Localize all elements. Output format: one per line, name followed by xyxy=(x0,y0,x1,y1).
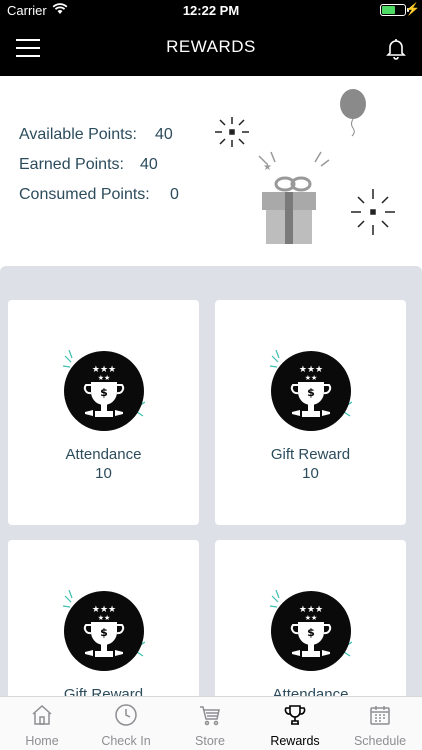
calendar-icon xyxy=(370,706,390,725)
svg-text:★: ★ xyxy=(263,162,272,173)
earned-points-value: 40 xyxy=(140,156,158,173)
tab-bar: Home Check In Store Rewards Schedule xyxy=(0,696,422,750)
earned-points-label: Earned Points: xyxy=(19,156,124,173)
cart-icon xyxy=(200,706,220,726)
points-summary: Available Points: 40 Earned Points: 40 C… xyxy=(0,76,422,266)
reward-name: Gift Reward xyxy=(63,686,144,696)
tab-rewards[interactable]: Rewards xyxy=(253,697,337,750)
svg-text:$: $ xyxy=(307,386,315,399)
tab-label: Check In xyxy=(101,734,151,748)
navbar: REWARDS xyxy=(0,22,422,76)
reward-count: 10 xyxy=(302,465,319,482)
svg-text:★★: ★★ xyxy=(97,614,110,622)
clock-icon xyxy=(115,704,137,726)
reward-card[interactable]: ★★★ ★★ $ Gift Reward xyxy=(8,540,199,696)
svg-text:$: $ xyxy=(307,626,315,639)
trophy-icon xyxy=(284,705,306,725)
reward-card[interactable]: ★★★ ★★ $ Attendance xyxy=(215,540,406,696)
svg-text:★★: ★★ xyxy=(304,374,317,382)
bell-icon[interactable] xyxy=(384,36,408,60)
tab-check-in[interactable]: Check In xyxy=(84,697,168,750)
home-icon xyxy=(32,704,52,725)
tab-label: Rewards xyxy=(270,734,320,748)
available-points-label: Available Points: xyxy=(19,126,137,143)
tab-store[interactable]: Store xyxy=(168,697,252,750)
tab-schedule[interactable]: Schedule xyxy=(338,697,422,750)
reward-card[interactable]: ★★★ ★★ $ Attendance 10 xyxy=(8,300,199,525)
rewards-grid: ★★★ ★★ $ Attendance 10 ★★★ ★★ $ Gift Rew… xyxy=(0,266,422,696)
svg-text:$: $ xyxy=(100,626,108,639)
charging-icon: ⚡ xyxy=(405,2,420,16)
balloon-icon xyxy=(340,89,366,137)
trophy-badge-icon: ★★★ ★★ $ xyxy=(269,350,352,431)
page-title: REWARDS xyxy=(166,37,256,56)
tab-home[interactable]: Home xyxy=(0,697,84,750)
consumed-points-label: Consumed Points: xyxy=(19,186,150,203)
status-time: 12:22 PM xyxy=(182,3,240,18)
trophy-badge-icon: ★★★ ★★ $ xyxy=(62,590,145,671)
available-points-value: 40 xyxy=(155,126,173,143)
gift-celebration-illustration: ★ xyxy=(215,89,395,244)
tab-label: Store xyxy=(195,734,225,748)
firework-right-icon xyxy=(351,189,395,235)
reward-card[interactable]: ★★★ ★★ $ Gift Reward 10 xyxy=(215,300,406,525)
reward-name: Gift Reward xyxy=(270,446,351,463)
reward-count: 10 xyxy=(95,465,112,482)
top-bar: Carrier 12:22 PM ⚡ REWARDS xyxy=(0,0,422,76)
trophy-badge-icon: ★★★ ★★ $ xyxy=(62,350,145,431)
gift-icon: ★ xyxy=(258,151,330,244)
tab-label: Home xyxy=(25,734,59,748)
reward-name: Attendance xyxy=(65,446,142,463)
svg-text:$: $ xyxy=(100,386,108,399)
status-bar: Carrier 12:22 PM ⚡ xyxy=(0,0,422,22)
firework-left-icon xyxy=(215,117,249,147)
battery-icon xyxy=(380,4,409,16)
reward-name: Attendance xyxy=(272,686,349,696)
trophy-badge-icon: ★★★ ★★ $ xyxy=(269,590,352,671)
svg-text:★★: ★★ xyxy=(304,614,317,622)
consumed-points-value: 0 xyxy=(170,186,179,203)
svg-text:★★: ★★ xyxy=(97,374,110,382)
tab-label: Schedule xyxy=(353,734,407,748)
